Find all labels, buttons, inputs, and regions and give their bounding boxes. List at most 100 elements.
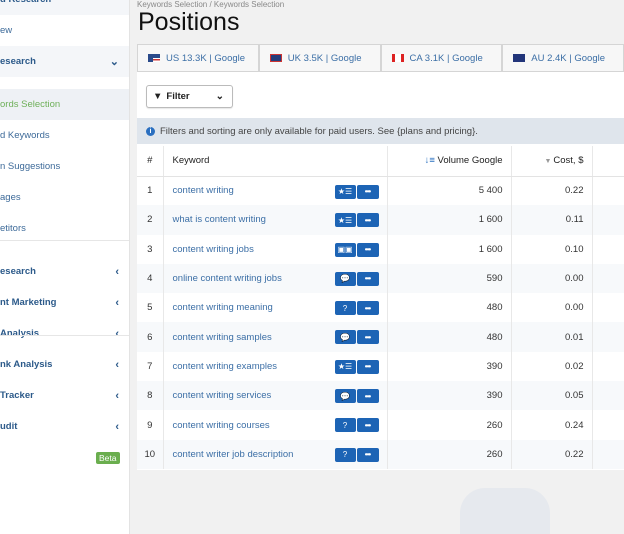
- extra-cell: [592, 410, 624, 440]
- keyword-cell[interactable]: content writing courses? •••: [163, 410, 388, 440]
- keyword-cell[interactable]: content writing services 💬 •••: [163, 381, 388, 411]
- cost-cell: 0.02: [511, 351, 593, 382]
- table-row: 6 content writing samples 💬 ••• 480 0.01: [137, 322, 624, 352]
- sidebar-item[interactable]: ages: [0, 182, 129, 213]
- row-number: 6: [137, 322, 164, 352]
- keyword-cell[interactable]: what is content writing ★☰ •••: [163, 205, 388, 235]
- tab-label: US 13.3K | Google: [166, 52, 246, 64]
- sidebar-item[interactable]: d Research: [0, 0, 129, 15]
- sidebar-item[interactable]: esearch ⌄: [0, 46, 129, 77]
- sidebar-item[interactable]: udit ‹: [0, 411, 129, 442]
- sidebar-item-label: d Keywords: [0, 130, 50, 141]
- keyword-link[interactable]: content writing jobs: [173, 244, 254, 255]
- cost-cell: 0.10: [511, 234, 593, 264]
- col-volume[interactable]: ↓≡ Volume Google: [387, 146, 512, 177]
- more-actions-button[interactable]: •••: [356, 359, 379, 374]
- serp-feature-icon[interactable]: ★☰: [334, 359, 356, 374]
- keyword-link[interactable]: content writing meaning: [173, 302, 273, 313]
- more-actions-button[interactable]: •••: [356, 271, 379, 286]
- sidebar-item[interactable]: d Keywords: [0, 120, 129, 151]
- extra-cell: [592, 293, 624, 323]
- cost-cell: 0.01: [511, 322, 593, 352]
- row-number: 9: [137, 410, 164, 440]
- info-text: Filters and sorting are only available f…: [160, 125, 478, 137]
- row-number: 3: [137, 234, 164, 264]
- sidebar-item[interactable]: ew: [0, 15, 129, 46]
- sidebar-item[interactable]: n Suggestions: [0, 151, 129, 182]
- tab-au[interactable]: AU 2.4K | Google: [502, 44, 624, 72]
- sidebar-item[interactable]: ords Selection: [0, 89, 129, 120]
- more-actions-button[interactable]: •••: [356, 447, 379, 462]
- serp-feature-icon[interactable]: 💬: [334, 271, 356, 286]
- keyword-link[interactable]: content writing services: [173, 390, 272, 401]
- row-number: 4: [137, 263, 164, 294]
- keyword-link[interactable]: content writing: [173, 185, 234, 196]
- results-panel: ▼ Filter ⌄ i Filters and sorting are only a…: [137, 72, 624, 470]
- volume-cell: 390: [387, 351, 512, 382]
- table-row: 8 content writing services 💬 ••• 390 0.05: [137, 381, 624, 411]
- serp-feature-icon[interactable]: ?: [334, 447, 356, 462]
- serp-feature-icon[interactable]: ?: [334, 418, 356, 433]
- tab-ca[interactable]: CA 3.1K | Google: [380, 44, 503, 72]
- cost-cell: 0.22: [511, 439, 593, 469]
- chevron-icon: ‹: [115, 327, 119, 340]
- table-row: 5 content writing meaning? ••• 480 0.00: [137, 293, 624, 323]
- keyword-link[interactable]: what is content writing: [173, 214, 266, 225]
- row-number: 8: [137, 381, 164, 411]
- chevron-icon: ‹: [115, 265, 119, 278]
- cost-cell: 0.11: [511, 205, 593, 235]
- us-flag-icon: [148, 54, 160, 62]
- watermark-key-icon: [460, 488, 550, 534]
- keyword-cell[interactable]: online content writing jobs 💬 •••: [163, 263, 388, 294]
- sidebar-item-label: etitors: [0, 223, 26, 234]
- extra-cell: [592, 381, 624, 411]
- serp-feature-icon[interactable]: ★☰: [334, 213, 356, 228]
- serp-feature-icon[interactable]: ★☰: [334, 184, 356, 199]
- keyword-cell[interactable]: content writing ★☰ •••: [163, 176, 388, 206]
- extra-cell: [592, 263, 624, 294]
- sidebar-item[interactable]: nk Analysis ‹: [0, 349, 129, 380]
- table-row: 9 content writing courses? ••• 260 0.24: [137, 410, 624, 440]
- volume-cell: 1 600: [387, 205, 512, 235]
- au-flag-icon: [513, 54, 526, 62]
- filter-label: Filter: [166, 91, 190, 102]
- keyword-link[interactable]: content writer job description: [173, 449, 294, 460]
- serp-feature-icon[interactable]: 💬: [334, 389, 356, 404]
- col-cost[interactable]: ▼ Cost, $: [511, 146, 593, 177]
- more-actions-button[interactable]: •••: [356, 418, 379, 433]
- keyword-link[interactable]: content writing examples: [173, 361, 278, 372]
- filter-dropdown[interactable]: ▼ Filter ⌄: [146, 85, 233, 108]
- chevron-down-icon: ⌄: [215, 91, 224, 102]
- sidebar-item[interactable]: esearch ‹: [0, 256, 129, 287]
- keyword-cell[interactable]: content writing jobs ▣▣ •••: [163, 234, 388, 264]
- keyword-cell[interactable]: content writing examples ★☰ •••: [163, 351, 388, 382]
- keyword-link[interactable]: content writing courses: [173, 420, 270, 431]
- serp-feature-icon[interactable]: 💬: [334, 330, 356, 345]
- keyword-cell[interactable]: content writing samples 💬 •••: [163, 322, 388, 352]
- sidebar-item-label: Analysis: [0, 328, 40, 339]
- extra-cell: [592, 176, 624, 206]
- chevron-icon: ‹: [115, 420, 119, 433]
- sidebar-item-label: ages: [0, 192, 21, 203]
- keyword-cell[interactable]: content writing meaning? •••: [163, 293, 388, 323]
- extra-cell: [592, 439, 624, 469]
- more-actions-button[interactable]: •••: [356, 184, 379, 199]
- keyword-link[interactable]: online content writing jobs: [173, 273, 282, 284]
- tab-us[interactable]: US 13.3K | Google: [137, 44, 259, 72]
- serp-feature-icon[interactable]: ▣▣: [334, 242, 356, 257]
- volume-cell: 480: [387, 322, 512, 352]
- keyword-link[interactable]: content writing samples: [173, 332, 272, 343]
- more-actions-button[interactable]: •••: [356, 301, 379, 316]
- more-actions-button[interactable]: •••: [356, 242, 379, 257]
- more-actions-button[interactable]: •••: [356, 213, 379, 228]
- more-actions-button[interactable]: •••: [356, 389, 379, 404]
- sidebar-item[interactable]: Analysis ‹: [0, 318, 129, 349]
- serp-feature-icon[interactable]: ?: [334, 301, 356, 316]
- sidebar-item[interactable]: nt Marketing ‹: [0, 287, 129, 318]
- more-actions-button[interactable]: •••: [356, 330, 379, 345]
- keyword-cell[interactable]: content writer job description? •••: [163, 439, 388, 469]
- tab-uk[interactable]: UK 3.5K | Google: [258, 44, 381, 72]
- cost-cell: 0.00: [511, 293, 593, 323]
- sidebar-item[interactable]: Tracker ‹: [0, 380, 129, 411]
- volume-cell: 260: [387, 410, 512, 440]
